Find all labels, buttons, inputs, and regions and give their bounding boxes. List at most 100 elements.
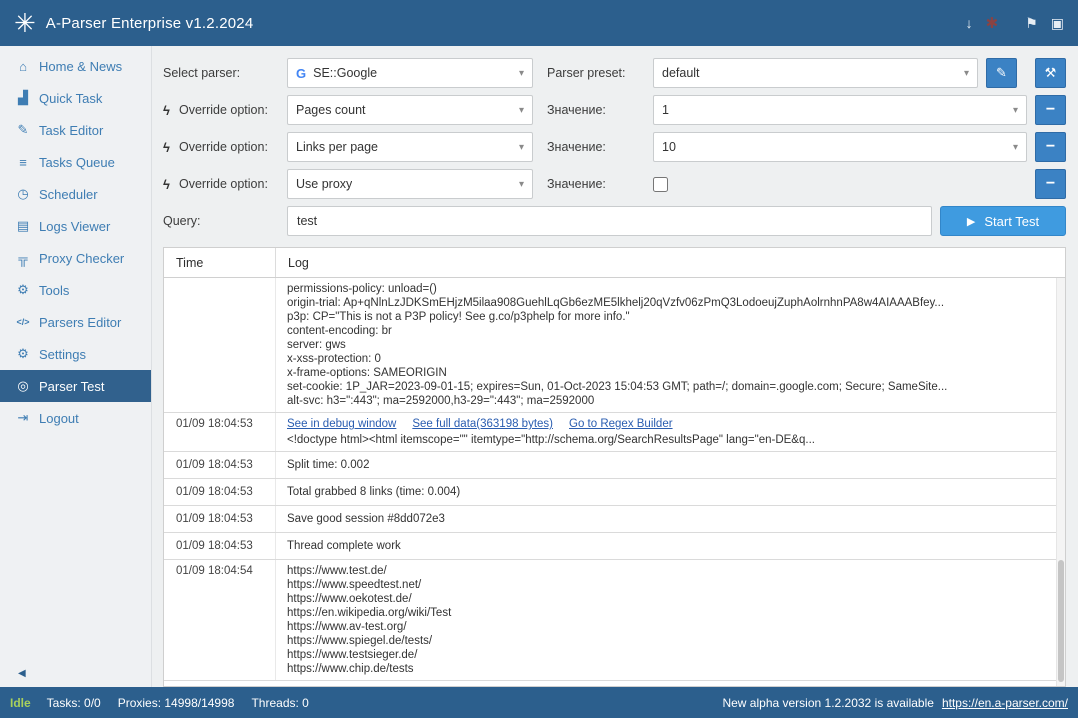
use-proxy-checkbox[interactable] — [653, 177, 668, 192]
sidebar-item-settings[interactable]: ⚙ Settings — [0, 338, 151, 370]
log-line: x-frame-options: SAMEORIGIN — [287, 366, 1054, 380]
log-time: 01/09 18:04:53 — [164, 533, 276, 559]
log-line: https://www.chip.de/tests — [287, 662, 1054, 676]
log-line: https://www.test.de/ — [287, 564, 1054, 578]
value-label: Значение: — [547, 103, 643, 117]
override-option-select-3[interactable]: Use proxy ▾ — [287, 169, 533, 199]
minus-icon: − — [1046, 101, 1055, 119]
status-tasks: Tasks: 0/0 — [47, 696, 101, 710]
log-row[interactable]: permissions-policy: unload=()origin-tria… — [164, 278, 1065, 413]
query-input[interactable] — [287, 206, 932, 236]
update-link[interactable]: https://en.a-parser.com/ — [942, 696, 1068, 710]
remove-override-button[interactable]: − — [1035, 132, 1066, 162]
log-line: Save good session #8dd072e3 — [287, 512, 1054, 526]
log-grid-header: Time Log — [164, 248, 1065, 278]
pin-icon[interactable]: ⚑ — [1025, 16, 1038, 30]
value-label: Значение: — [547, 140, 643, 154]
download-icon[interactable]: ↓ — [966, 16, 973, 30]
code-icon: </> — [14, 317, 32, 327]
log-line: origin-trial: Ap+qNlnLzJDKSmEHjzM5ilaa90… — [287, 296, 1054, 310]
override-option-label-text: Override option: — [179, 177, 268, 191]
log-row[interactable]: 01/09 18:04:54https://www.test.de/https:… — [164, 560, 1065, 681]
scrollbar-thumb[interactable] — [1058, 560, 1064, 682]
parser-test-panel: Select parser: G SE::Google ▾ Parser pre… — [152, 46, 1078, 687]
preset-tools-button[interactable]: ⚒ — [1035, 58, 1066, 88]
a-parser-app: ✳ A-Parser Enterprise v1.2.2024 ↓ ✱ ⚑ ▣ … — [0, 0, 1078, 718]
play-icon: ▶ — [967, 215, 975, 228]
sidebar-item-label: Tools — [39, 283, 69, 298]
log-row[interactable]: 01/09 18:04:53Split time: 0.002 — [164, 452, 1065, 479]
log-content: Total grabbed 8 links (time: 0.004) — [276, 479, 1065, 505]
override-row: ϟ Override option: Pages count ▾ Значени… — [163, 95, 1066, 125]
update-available-text: New alpha version 1.2.2032 is available — [722, 696, 933, 710]
chevron-down-icon: ▾ — [513, 68, 524, 79]
override-value-select-2[interactable]: 10 ▾ — [653, 132, 1027, 162]
log-row[interactable]: 01/09 18:04:53See in debug windowSee ful… — [164, 413, 1065, 452]
sidebar: ⌂ Home & News ▟ Quick Task ✎ Task Editor… — [0, 46, 152, 687]
log-line: <!doctype html><html itemscope="" itemty… — [287, 433, 1054, 447]
chevron-down-icon: ▾ — [1007, 105, 1018, 116]
override-option-select-2[interactable]: Links per page ▾ — [287, 132, 533, 162]
sidebar-item-label: Logs Viewer — [39, 219, 110, 234]
override-option-label-text: Override option: — [179, 140, 268, 154]
bug-report-icon[interactable]: ✱ — [986, 16, 999, 31]
log-link[interactable]: See full data(363198 bytes) — [412, 417, 553, 431]
log-line: https://en.wikipedia.org/wiki/Test — [287, 606, 1054, 620]
start-test-button[interactable]: ▶ Start Test — [940, 206, 1066, 236]
log-time: 01/09 18:04:53 — [164, 479, 276, 505]
log-table-body: permissions-policy: unload=()origin-tria… — [164, 278, 1065, 686]
sidebar-item-tools[interactable]: ⚙ Tools — [0, 274, 151, 306]
clock-icon: ◷ — [14, 186, 32, 202]
status-update: New alpha version 1.2.2032 is available … — [722, 696, 1068, 710]
log-link[interactable]: See in debug window — [287, 417, 396, 431]
query-label: Query: — [163, 214, 287, 228]
sidebar-item-label: Logout — [39, 411, 79, 426]
override-value-select-1[interactable]: 1 ▾ — [653, 95, 1027, 125]
override-option-select-1[interactable]: Pages count ▾ — [287, 95, 533, 125]
log-line: alt-svc: h3=":443"; ma=2592000,h3-29=":4… — [287, 394, 1054, 408]
preset-select[interactable]: default ▾ — [653, 58, 978, 88]
collapse-sidebar-icon[interactable]: ◀ — [18, 668, 26, 679]
sidebar-item-parsers-editor[interactable]: </> Parsers Editor — [0, 306, 151, 338]
log-row[interactable]: 01/09 18:04:53Total grabbed 8 links (tim… — [164, 479, 1065, 506]
sidebar-item-label: Parser Test — [39, 379, 105, 394]
minus-icon: − — [1046, 175, 1055, 193]
log-line: content-encoding: br — [287, 324, 1054, 338]
sidebar-item-tasks-queue[interactable]: ≡ Tasks Queue — [0, 146, 151, 178]
sidebar-item-logout[interactable]: ⇥ Logout — [0, 402, 151, 434]
log-row[interactable]: 01/09 18:04:53Thread complete work — [164, 533, 1065, 560]
log-line: https://www.spiegel.de/tests/ — [287, 634, 1054, 648]
fullscreen-icon[interactable]: ▣ — [1051, 16, 1064, 30]
log-time: 01/09 18:04:53 — [164, 452, 276, 478]
sidebar-item-label: Tasks Queue — [39, 155, 115, 170]
parser-select-row: Select parser: G SE::Google ▾ Parser pre… — [163, 58, 1066, 88]
sidebar-item-quick-task[interactable]: ▟ Quick Task — [0, 82, 151, 114]
edit-preset-button[interactable]: ✎ — [986, 58, 1017, 88]
override-option-value: Use proxy — [296, 177, 352, 191]
scrollbar-track[interactable] — [1056, 278, 1065, 686]
remove-override-button[interactable]: − — [1035, 95, 1066, 125]
bolt-icon: ϟ — [163, 140, 176, 155]
column-header-time[interactable]: Time — [164, 248, 276, 277]
sidebar-item-task-editor[interactable]: ✎ Task Editor — [0, 114, 151, 146]
log-link[interactable]: Go to Regex Builder — [569, 417, 673, 431]
sidebar-item-home-news[interactable]: ⌂ Home & News — [0, 50, 151, 82]
sidebar-item-scheduler[interactable]: ◷ Scheduler — [0, 178, 151, 210]
wrench-icon: ⚒ — [1045, 65, 1057, 81]
app-title: A-Parser Enterprise v1.2.2024 — [46, 15, 254, 32]
column-header-log[interactable]: Log — [276, 248, 1065, 277]
parser-select[interactable]: G SE::Google ▾ — [287, 58, 533, 88]
target-icon: ◎ — [14, 378, 32, 394]
log-row[interactable]: 01/09 18:04:53Save good session #8dd072e… — [164, 506, 1065, 533]
status-state: Idle — [10, 696, 31, 710]
sidebar-item-parser-test[interactable]: ◎ Parser Test — [0, 370, 151, 402]
sidebar-item-proxy-checker[interactable]: ╦ Proxy Checker — [0, 242, 151, 274]
remove-override-button[interactable]: − — [1035, 169, 1066, 199]
sidebar-item-logs-viewer[interactable]: ▤ Logs Viewer — [0, 210, 151, 242]
select-parser-label: Select parser: — [163, 66, 287, 80]
chevron-down-icon: ▾ — [513, 179, 524, 190]
override-value: 1 — [662, 103, 669, 117]
override-option-label-text: Override option: — [179, 103, 268, 117]
chevron-down-icon: ▾ — [1007, 142, 1018, 153]
status-threads: Threads: 0 — [251, 696, 308, 710]
